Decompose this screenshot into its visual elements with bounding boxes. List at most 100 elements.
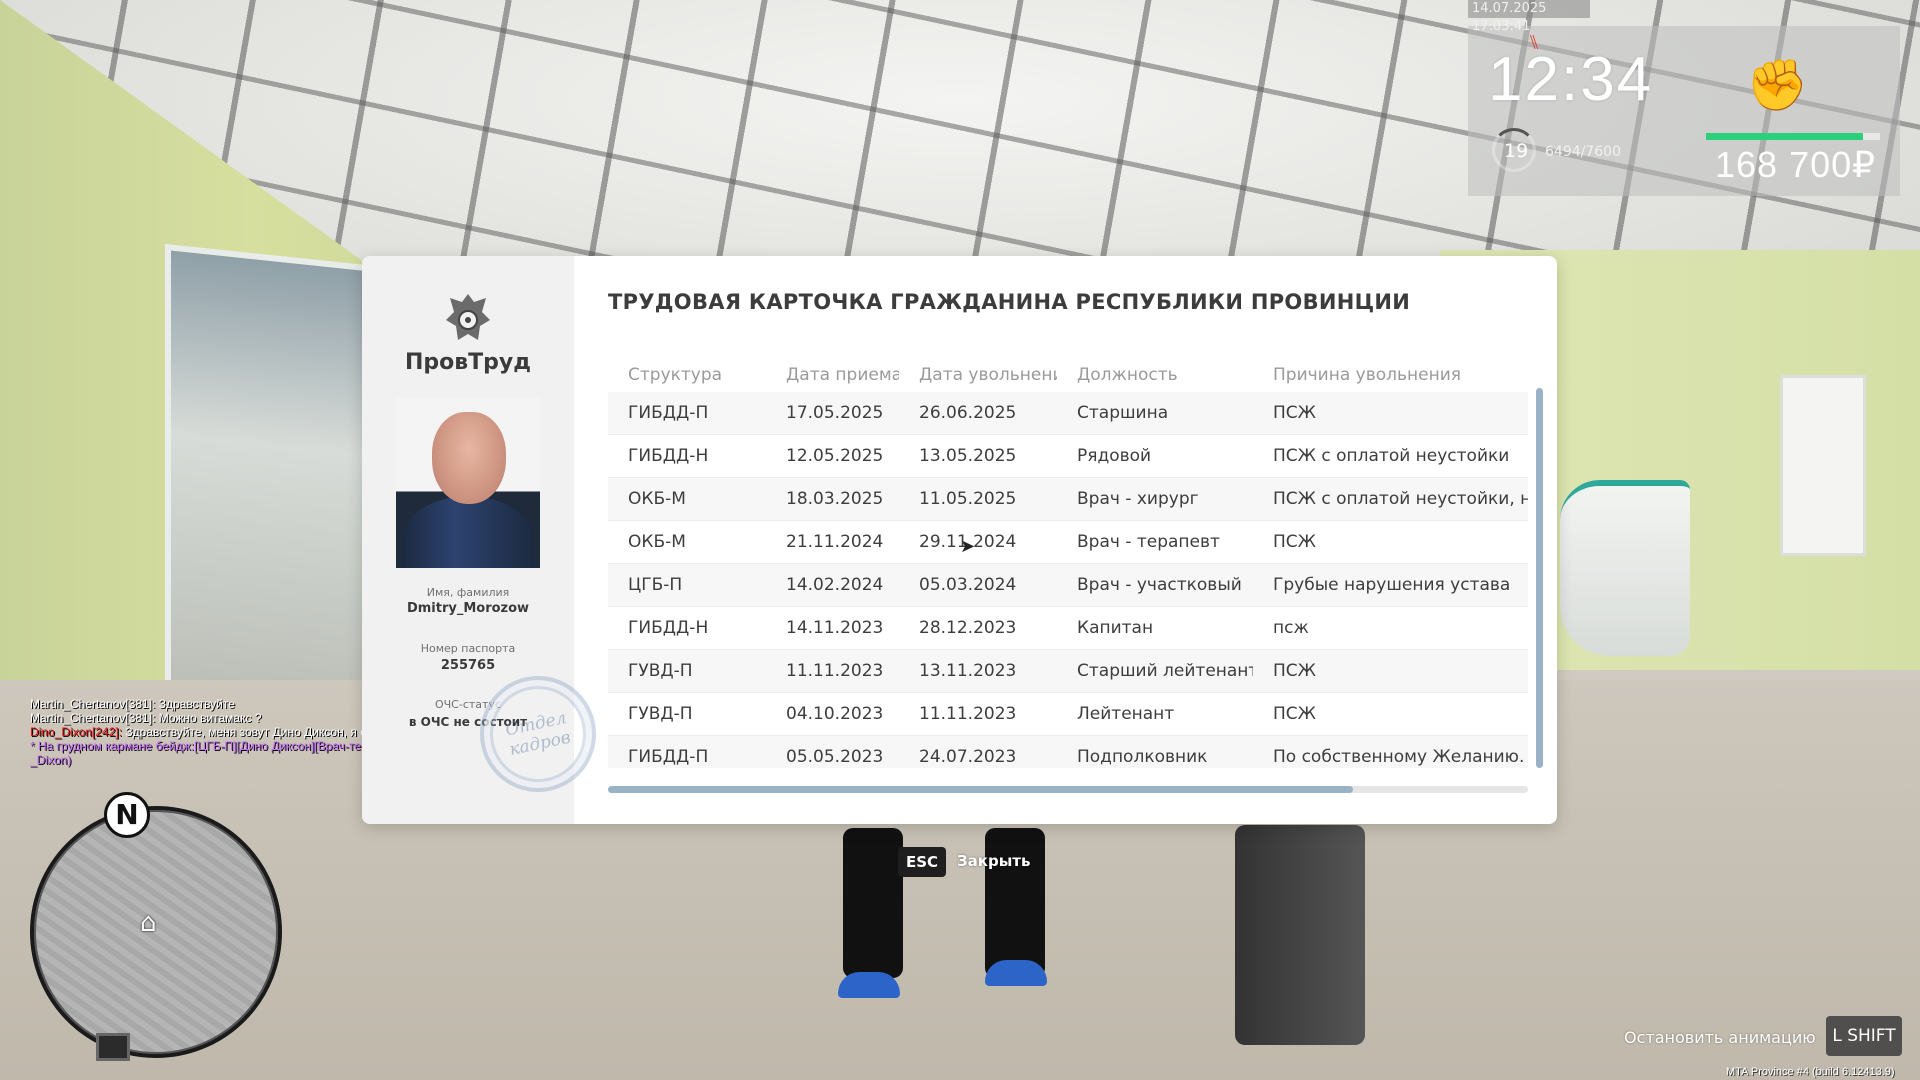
table-cell: 05.05.2023 [786,747,884,767]
passport-label: Номер паспорта [420,642,516,655]
horizontal-scrollbar[interactable] [608,786,1528,793]
hud-clock: 12:34 [1488,45,1654,114]
table-cell: 17.05.2025 [786,403,884,423]
column-header: Дата приема [786,365,899,385]
table-cell: Старший лейтенант [1077,661,1253,681]
table-cell: ГИБДД-Н [628,446,709,466]
table-cell: ПСЖ [1273,661,1316,681]
stop-animation-label: Остановить анимацию [1624,1028,1816,1047]
table-cell: 13.11.2023 [919,661,1017,681]
table-cell: 13.05.2025 [919,446,1017,466]
citizen-photo [396,398,540,568]
column-header: Структура [628,365,723,385]
table-cell: Врач - хирург [1077,489,1199,509]
table-cell: псж [1273,618,1309,638]
table-cell: 14.02.2024 [786,575,884,595]
character-doctor [1235,825,1365,1045]
table-cell: 12.05.2025 [786,446,884,466]
table-cell: ПСЖ с оплатой неустойки [1273,446,1510,466]
table-cell: 05.03.2024 [919,575,1017,595]
agency-name: ПровТруд [404,350,532,375]
table-row: ГУВД-П 04.10.2023 11.11.2023 Лейтенант ПСЖ [608,693,1528,736]
table-cell: Врач - участковый [1077,575,1242,595]
registration-window [165,243,377,739]
table-cell: ГИБДД-П [628,747,709,767]
table-row: ГУВД-П 11.11.2023 13.11.2023 Старший лейтен… [608,650,1528,693]
table-cell: ЦГБ-П [628,575,683,595]
hud-exp: 6494/7600 [1545,144,1621,160]
table-cell: 18.03.2025 [786,489,884,509]
photo-head [432,412,506,504]
table-cell: 21.11.2024 [786,532,884,552]
table-cell: ГИБДД-П [628,403,709,423]
name-value: Dmitry_Morozow [406,601,530,616]
table-cell: Грубые нарушения устава [1273,575,1511,595]
column-header: Причина увольнения [1273,365,1461,385]
door [1780,375,1866,556]
table-cell: Старшина [1077,403,1169,423]
table-cell: Подполковник [1077,747,1208,767]
table-cell: Капитан [1077,618,1154,638]
health-bar-fill [1706,133,1863,140]
table-cell: ГУВД-П [628,704,693,724]
vertical-scroll-thumb[interactable] [1536,388,1543,768]
table-cell: 29.11.2024 [919,532,1017,552]
health-bar [1706,133,1880,140]
table-cell: ПСЖ [1273,704,1316,724]
mouse-cursor-icon: ➤ [960,536,976,557]
esc-key-button[interactable]: ESC [898,847,946,877]
table-row: ГИБДД-Н 12.05.2025 13.05.2025 Рядовой ПСЖ с … [608,435,1528,478]
table-row: ЦГБ-П 14.02.2024 05.03.2024 Врач - участков… [608,564,1528,607]
table-cell: 04.10.2023 [786,704,884,724]
table-row: ГИБДД-Н 14.11.2023 28.12.2023 Капитан псж [608,607,1528,650]
card-title: ТРУДОВАЯ КАРТОЧКА ГРАЖДАНИНА РЕСПУБЛИКИ … [608,290,1411,314]
table-cell: ПСЖ с оплатой неустойки, н [1273,489,1528,509]
column-header: Дата увольнени [919,365,1057,385]
table-cell: ГУВД-П [628,661,693,681]
table-body: ГИБДД-П 17.05.2025 26.06.2025 Старшина ПСЖ ГИ… [608,392,1528,768]
table-row: ОКБ-М 18.03.2025 11.05.2025 Врач - хирург ПС… [608,478,1528,521]
table-cell: По собственному Желанию. [1273,747,1525,767]
table-cell: 11.11.2023 [919,704,1017,724]
minimap-marker-icon [96,1033,130,1061]
hr-stamp: Отдел кадров [469,665,607,803]
build-version: MTA Province #4 (build 6.12413.9) [1726,1066,1895,1078]
hud-level: 19 [1504,140,1529,162]
character-leg [985,828,1045,978]
table-header: Структура Дата приема Дата увольнени Дол… [608,358,1528,392]
character-leg [843,828,903,978]
character-shoe [838,972,900,998]
table-cell: Рядовой [1077,446,1152,466]
player-arrow-icon: ⌂ [140,908,157,938]
horizontal-scroll-thumb[interactable] [608,786,1354,793]
table-cell: Лейтенант [1077,704,1175,724]
card-profile-panel: ПровТруд Имя, фамилия Dmitry_Morozow Ном… [362,256,607,824]
table-row: ГИБДД-П 05.05.2023 24.07.2023 Подполковник П… [608,736,1528,768]
reception-desk [1560,480,1690,656]
lshift-key-button[interactable]: L SHIFT [1826,1016,1902,1056]
table-cell: ПСЖ [1273,403,1316,423]
table-cell: 28.12.2023 [919,618,1017,638]
hud-money: 168 700₽ [1715,144,1877,185]
employment-table[interactable]: Структура Дата приема Дата увольнени Дол… [608,358,1528,768]
table-cell: 14.11.2023 [786,618,884,638]
column-header: Должность [1077,365,1178,385]
minimap-north-indicator: N [104,792,150,838]
table-cell: 11.05.2025 [919,489,1017,509]
table-cell: 24.07.2023 [919,747,1017,767]
close-label[interactable]: Закрыть [957,852,1030,870]
table-cell: ОКБ-М [628,489,686,509]
character-shoe [985,960,1047,986]
table-row: ГИБДД-П 17.05.2025 26.06.2025 Старшина ПСЖ [608,392,1528,435]
table-cell: ПСЖ [1273,532,1316,552]
hud-datetime: 14.07.2025 17:03:41 [1468,0,1590,34]
table-cell: Врач - терапевт [1077,532,1220,552]
table-row: ОКБ-М 21.11.2024 29.11.2024 Врач - терапевт… [608,521,1528,564]
fist-icon: ✊ [1746,56,1809,114]
game-scene: 14.07.2025 17:03:41 ⑊ 12:34 19 6494/7600… [0,0,1920,1080]
passport-value: 255765 [440,658,496,673]
coat-of-arms-icon [446,294,490,340]
name-label: Имя, фамилия [426,586,510,599]
vertical-scrollbar[interactable] [1536,388,1543,768]
table-cell: 11.11.2023 [786,661,884,681]
